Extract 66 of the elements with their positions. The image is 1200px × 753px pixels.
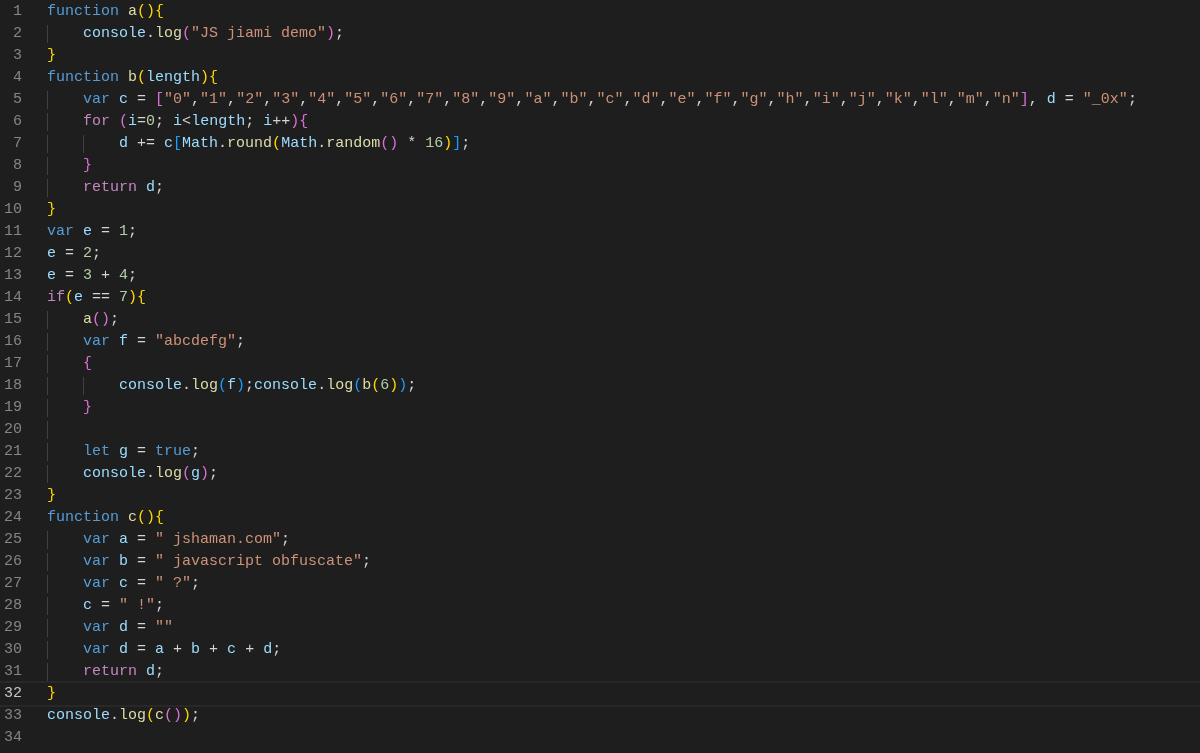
line-number: 31: [3, 662, 22, 682]
line-number: 2: [12, 24, 22, 44]
code-line: var f = "abcdefg";: [83, 332, 246, 352]
line-number: 9: [12, 178, 22, 198]
line-number: 21: [3, 442, 22, 462]
code-line: var b = " javascript obfuscate";: [83, 552, 372, 572]
code-line: var c = " ?";: [83, 574, 201, 594]
line-number: 17: [3, 354, 22, 374]
line-number: 13: [3, 266, 22, 286]
line-number: 26: [3, 552, 22, 572]
code-line: }: [47, 200, 56, 220]
line-number: 19: [3, 398, 22, 418]
code-line: console.log(g);: [83, 464, 219, 484]
line-number: 3: [12, 46, 22, 66]
line-number: 28: [3, 596, 22, 616]
code-line: }: [47, 684, 56, 704]
code-line: console.log("JS jiami demo");: [83, 24, 345, 44]
line-number: 29: [3, 618, 22, 638]
line-number: 30: [3, 640, 22, 660]
code-line: var a = " jshaman.com";: [83, 530, 291, 550]
line-number: 1: [12, 2, 22, 22]
code-line: console.log(c());: [47, 706, 201, 726]
line-number: 15: [3, 310, 22, 330]
code-line: }: [83, 398, 92, 418]
code-line: return d;: [83, 662, 165, 682]
line-number: 5: [12, 90, 22, 110]
code-line: return d;: [83, 178, 165, 198]
code-line: a();: [83, 310, 120, 330]
code-line: let g = true;: [83, 442, 201, 462]
line-number: 34: [3, 728, 22, 748]
line-number: 18: [3, 376, 22, 396]
line-number: 12: [3, 244, 22, 264]
code-line: console.log(f);console.log(b(6));: [119, 376, 417, 396]
line-number: 20: [3, 420, 22, 440]
line-number: 32: [3, 684, 22, 704]
line-number: 4: [12, 68, 22, 88]
line-number: 33: [3, 706, 22, 726]
line-number: 7: [12, 134, 22, 154]
code-line: e = 3 + 4;: [47, 266, 138, 286]
code-line: function a(){: [47, 2, 165, 22]
code-line: d += c[Math.round(Math.random() * 16)];: [119, 134, 471, 154]
line-number: 8: [12, 156, 22, 176]
code-line: var d = "": [83, 618, 174, 638]
code-line: {: [83, 354, 92, 374]
line-number: 16: [3, 332, 22, 352]
code-line: }: [47, 486, 56, 506]
line-number: 27: [3, 574, 22, 594]
line-number: 10: [3, 200, 22, 220]
line-number: 6: [12, 112, 22, 132]
line-number: 25: [3, 530, 22, 550]
code-line: var d = a + b + c + d;: [83, 640, 282, 660]
line-number: 22: [3, 464, 22, 484]
code-line: if(e == 7){: [47, 288, 147, 308]
code-line: }: [83, 156, 92, 176]
code-line: }: [47, 46, 56, 66]
line-number: 11: [3, 222, 22, 242]
code-line: var c = ["0","1","2","3","4","5","6","7","8","9","a","b","c","d","e","f","g","h","i","j","k","l","m","n"], d = "_0x";: [83, 90, 1137, 110]
code-line: for (i=0; i<length; i++){: [83, 112, 309, 132]
code-line: e = 2;: [47, 244, 102, 264]
line-number: 14: [3, 288, 22, 308]
code-line: function c(){: [47, 508, 165, 528]
code-line: var e = 1;: [47, 222, 138, 242]
code-line: c = " !";: [83, 596, 165, 616]
code-line: function b(length){: [47, 68, 219, 88]
line-number: 24: [3, 508, 22, 528]
line-number: 23: [3, 486, 22, 506]
